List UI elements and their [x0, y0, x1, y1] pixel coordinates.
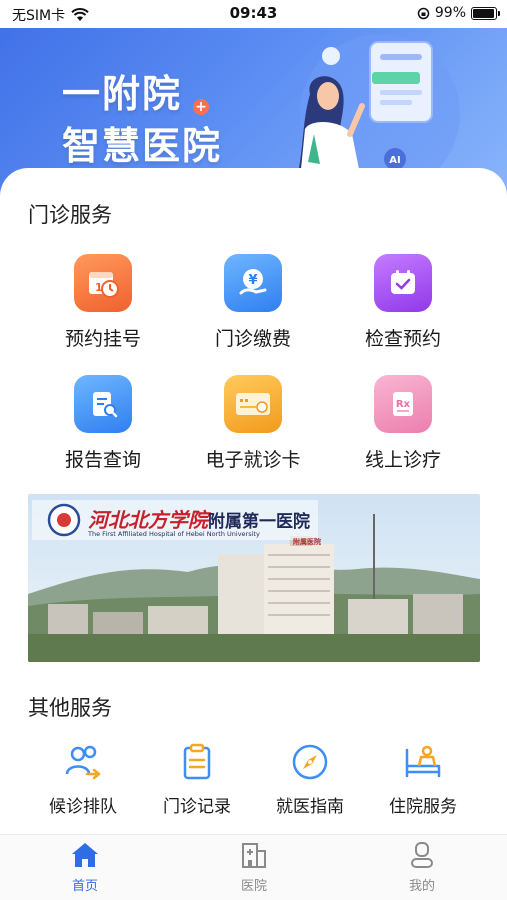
svg-text:¥: ¥: [248, 273, 257, 288]
hero-title-line1: 一附院: [62, 72, 183, 116]
hospital-banner[interactable]: 河北北方学院 附属第一医院 The First Affiliated Hospi…: [28, 494, 480, 662]
banner-english-name: The First Affiliated Hospital of Hebei N…: [87, 530, 260, 538]
tab-hospital[interactable]: 医院: [204, 841, 304, 894]
hero-title-line2: 智慧医院: [62, 124, 223, 168]
report-search-icon: [74, 375, 132, 433]
medical-card-icon: [224, 375, 282, 433]
appointment-registration-label: 预约挂号: [64, 328, 141, 350]
online-consultation-label: 线上诊疗: [364, 449, 441, 471]
hospital-building-icon: [242, 843, 266, 868]
outpatient-payment-button[interactable]: ¥ 门诊缴费: [178, 254, 328, 351]
outpatient-payment-label: 门诊缴费: [214, 328, 291, 350]
inpatient-services-label: 住院服务: [389, 797, 457, 817]
queue-people-icon: [65, 745, 101, 780]
tab-hospital-label: 医院: [240, 879, 267, 894]
yuan-payment-icon: ¥: [224, 254, 282, 312]
exam-appointment-button[interactable]: 检查预约: [328, 254, 478, 351]
e-medical-card-button[interactable]: 电子就诊卡: [178, 375, 328, 472]
e-medical-card-label: 电子就诊卡: [205, 449, 301, 471]
tab-home[interactable]: 首页: [35, 841, 135, 894]
banner-hospital-suffix: 附属第一医院: [208, 511, 310, 532]
medical-plus-icon: +: [193, 99, 209, 115]
bottom-tab-bar: 首页 医院 我的: [0, 834, 507, 900]
report-query-button[interactable]: 报告查询: [28, 375, 178, 472]
appointment-registration-button[interactable]: 1 预约挂号: [28, 254, 178, 351]
medical-guide-label: 就医指南: [276, 797, 344, 817]
banner-rooftop-sign: 附属医院: [293, 537, 321, 546]
battery-icon: [471, 6, 500, 20]
status-bar: 无SIM卡 09:43 99%: [0, 0, 507, 28]
compass-icon: [292, 744, 328, 780]
orientation-lock-icon: [417, 7, 430, 19]
tab-profile[interactable]: 我的: [372, 841, 472, 894]
outpatient-records-label: 门诊记录: [163, 797, 231, 817]
prescription-icon: Rx: [374, 375, 432, 433]
outpatient-section-title: 门诊服务: [28, 203, 112, 227]
user-icon: [411, 842, 433, 868]
tab-home-label: 首页: [71, 879, 98, 894]
tab-profile-label: 我的: [408, 879, 435, 894]
ai-badge: AI: [389, 155, 400, 166]
hospital-bed-icon: [405, 745, 441, 778]
inpatient-services-button[interactable]: 住院服务: [368, 742, 478, 817]
medical-guide-button[interactable]: 就医指南: [255, 742, 365, 817]
clipboard-icon: [183, 743, 211, 780]
battery-percent: 99%: [434, 5, 466, 21]
exam-appointment-label: 检查预约: [364, 328, 441, 350]
svg-text:Rx: Rx: [396, 399, 411, 410]
hospital-photo: 河北北方学院 附属第一医院 The First Affiliated Hospi…: [28, 494, 480, 662]
home-icon: [72, 843, 98, 867]
other-services-section-title: 其他服务: [28, 696, 112, 720]
report-query-label: 报告查询: [64, 449, 141, 471]
online-consultation-button[interactable]: Rx 线上诊疗: [328, 375, 478, 472]
banner-school-name: 河北北方学院: [88, 508, 212, 532]
waiting-queue-label: 候诊排队: [49, 797, 117, 817]
outpatient-records-button[interactable]: 门诊记录: [142, 742, 252, 817]
waiting-queue-button[interactable]: 候诊排队: [28, 742, 138, 817]
calendar-check-icon: [374, 254, 432, 312]
calendar-clock-icon: 1: [74, 254, 132, 312]
